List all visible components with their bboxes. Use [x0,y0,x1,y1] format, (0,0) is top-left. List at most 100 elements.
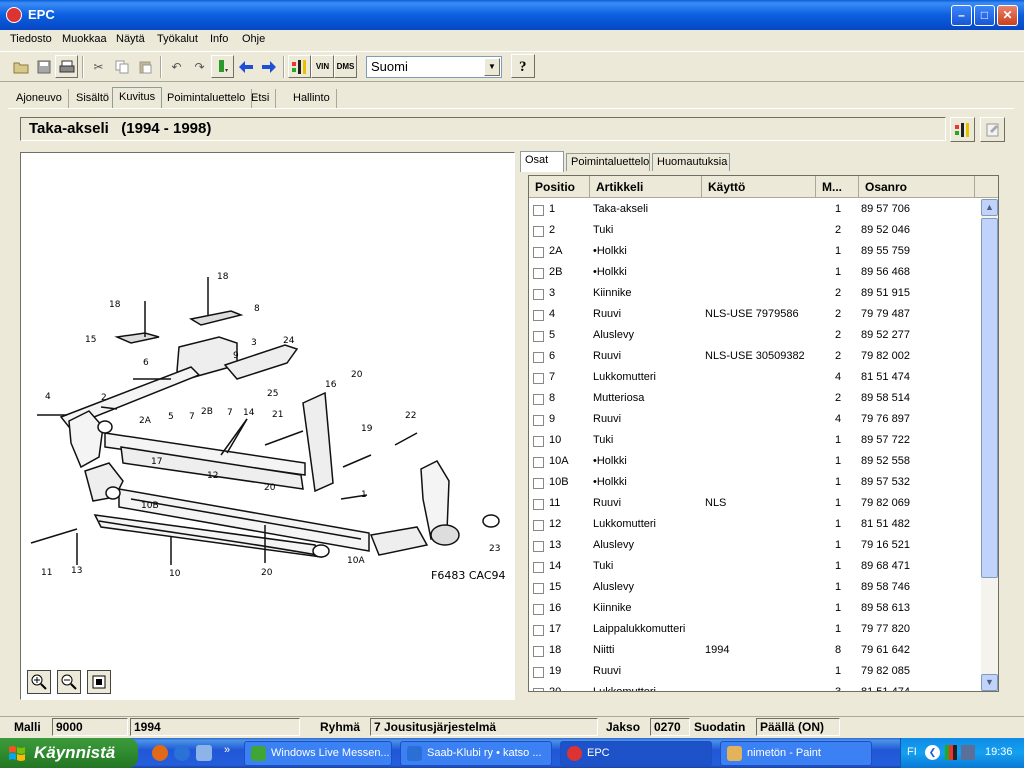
help-icon[interactable]: ? [511,54,535,78]
table-row[interactable]: 19 Ruuvi 1 79 82 085 [529,661,981,682]
table-row[interactable]: 16 Kiinnike 1 89 58 613 [529,598,981,619]
table-row[interactable]: 5 Aluslevy 2 89 52 277 [529,325,981,346]
table-row[interactable]: 1 Taka-akseli 1 89 57 706 [529,199,981,220]
dms-button[interactable]: DMS [334,55,357,78]
task-saab-klubi[interactable]: Saab-Klubi ry • katso ... [400,741,552,766]
tab-huomautuksia[interactable]: Huomautuksia [652,153,730,171]
task-epc[interactable]: EPC [560,741,712,766]
tab-etsi[interactable]: Etsi [245,89,277,109]
tab-ajoneuvo[interactable]: Ajoneuvo [10,89,69,109]
row-checkbox[interactable] [533,415,544,426]
row-checkbox[interactable] [533,352,544,363]
row-checkbox[interactable] [533,499,544,510]
row-checkbox[interactable] [533,268,544,279]
back-arrow-icon[interactable] [234,55,257,78]
copy-icon[interactable] [110,55,133,78]
table-row[interactable]: 6 Ruuvi NLS-USE 30509382 2 79 82 002 [529,346,981,367]
row-checkbox[interactable] [533,688,544,691]
col-positio[interactable]: Positio [529,176,590,197]
language-indicator[interactable]: FI [907,746,917,758]
task-windows-live-messenger[interactable]: Windows Live Messen... [244,741,392,766]
zoom-out-icon[interactable] [57,670,81,694]
notes-icon[interactable] [980,117,1005,142]
tab-kuvitus[interactable]: Kuvitus [112,87,163,109]
table-row[interactable]: 12 Lukkomutteri 1 81 51 482 [529,514,981,535]
messenger-quicklaunch-icon[interactable] [196,745,212,761]
menu-ohje[interactable]: Ohje [242,33,265,45]
parts-list-icon[interactable] [288,55,311,78]
table-row[interactable]: 11 Ruuvi NLS 1 79 82 069 [529,493,981,514]
menu-tyokalut[interactable]: Työkalut [157,33,198,45]
table-row[interactable]: 2B •Holkki 1 89 56 468 [529,262,981,283]
row-checkbox[interactable] [533,289,544,300]
table-row[interactable]: 7 Lukkomutteri 4 81 51 474 [529,367,981,388]
add-to-list-icon[interactable] [950,117,975,142]
table-row[interactable]: 3 Kiinnike 2 89 51 915 [529,283,981,304]
print-icon[interactable] [55,55,78,78]
menu-tiedosto[interactable]: Tiedosto [10,33,52,45]
quicklaunch-more-icon[interactable]: » [224,744,230,756]
row-checkbox[interactable] [533,583,544,594]
minimize-button[interactable]: – [951,5,972,26]
menu-muokkaa[interactable]: Muokkaa [62,33,107,45]
table-row[interactable]: 10A •Holkki 1 89 52 558 [529,451,981,472]
redo-icon[interactable]: ↷ [188,55,211,78]
menu-nayta[interactable]: Näytä [116,33,145,45]
col-osanro[interactable]: Osanro [859,176,975,197]
col-kaytto[interactable]: Käyttö [702,176,816,197]
language-select[interactable]: Suomi ▼ [366,56,502,78]
row-checkbox[interactable] [533,646,544,657]
start-button[interactable]: Käynnistä [0,738,138,768]
col-artikkeli[interactable]: Artikkeli [590,176,702,197]
vertical-scrollbar[interactable]: ▲ ▼ [981,199,998,691]
tray-expand-icon[interactable]: ❮ [925,745,940,760]
tab-poimintaluettelo-parts[interactable]: Poimintaluettelo [566,153,650,171]
table-row[interactable]: 8 Mutteriosa 2 89 58 514 [529,388,981,409]
table-row[interactable]: 13 Aluslevy 1 79 16 521 [529,535,981,556]
tab-osat[interactable]: Osat [520,151,564,172]
tab-poimintaluettelo[interactable]: Poimintaluettelo [161,89,253,109]
row-checkbox[interactable] [533,247,544,258]
scroll-thumb[interactable] [981,218,998,578]
row-checkbox[interactable] [533,394,544,405]
open-icon[interactable] [9,55,32,78]
row-checkbox[interactable] [533,373,544,384]
table-row[interactable]: 15 Aluslevy 1 89 58 746 [529,577,981,598]
row-checkbox[interactable] [533,331,544,342]
row-checkbox[interactable] [533,562,544,573]
table-row[interactable]: 4 Ruuvi NLS-USE 7979586 2 79 79 487 [529,304,981,325]
menu-info[interactable]: Info [210,33,228,45]
chevron-down-icon[interactable]: ▼ [484,58,500,76]
task-paint[interactable]: nimetön - Paint [720,741,872,766]
table-row[interactable]: 9 Ruuvi 4 79 76 897 [529,409,981,430]
table-row[interactable]: 18 Niitti 1994 8 79 61 642 [529,640,981,661]
row-checkbox[interactable] [533,205,544,216]
zoom-in-icon[interactable] [27,670,51,694]
row-checkbox[interactable] [533,226,544,237]
firefox-icon[interactable] [152,745,168,761]
table-row[interactable]: 2 Tuki 2 89 52 046 [529,220,981,241]
table-row[interactable]: 10B •Holkki 1 89 57 532 [529,472,981,493]
parts-diagram[interactable]: 18 18 8 15 3 24 6 9 16 20 4 2 2B 7 25 2A… [20,152,515,700]
row-checkbox[interactable] [533,457,544,468]
scroll-down-icon[interactable]: ▼ [981,674,998,691]
row-checkbox[interactable] [533,541,544,552]
row-checkbox[interactable] [533,520,544,531]
forward-arrow-icon[interactable] [257,55,280,78]
tab-sisalto[interactable]: Sisältö [70,89,117,109]
fit-to-window-icon[interactable] [87,670,111,694]
tab-hallinto[interactable]: Hallinto [287,89,337,109]
maximize-button[interactable]: □ [974,5,995,26]
table-row[interactable]: 2A •Holkki 1 89 55 759 [529,241,981,262]
col-maara[interactable]: M... [816,176,859,197]
cut-icon[interactable]: ✂ [87,55,110,78]
save-icon[interactable] [32,55,55,78]
undo-icon[interactable]: ↶ [165,55,188,78]
row-checkbox[interactable] [533,478,544,489]
paste-icon[interactable] [133,55,156,78]
close-button[interactable]: ✕ [997,5,1018,26]
tray-app-icon[interactable] [945,745,957,760]
bookmark-icon[interactable] [211,55,234,78]
row-checkbox[interactable] [533,667,544,678]
table-row[interactable]: 17 Laippalukkomutteri 1 79 77 820 [529,619,981,640]
